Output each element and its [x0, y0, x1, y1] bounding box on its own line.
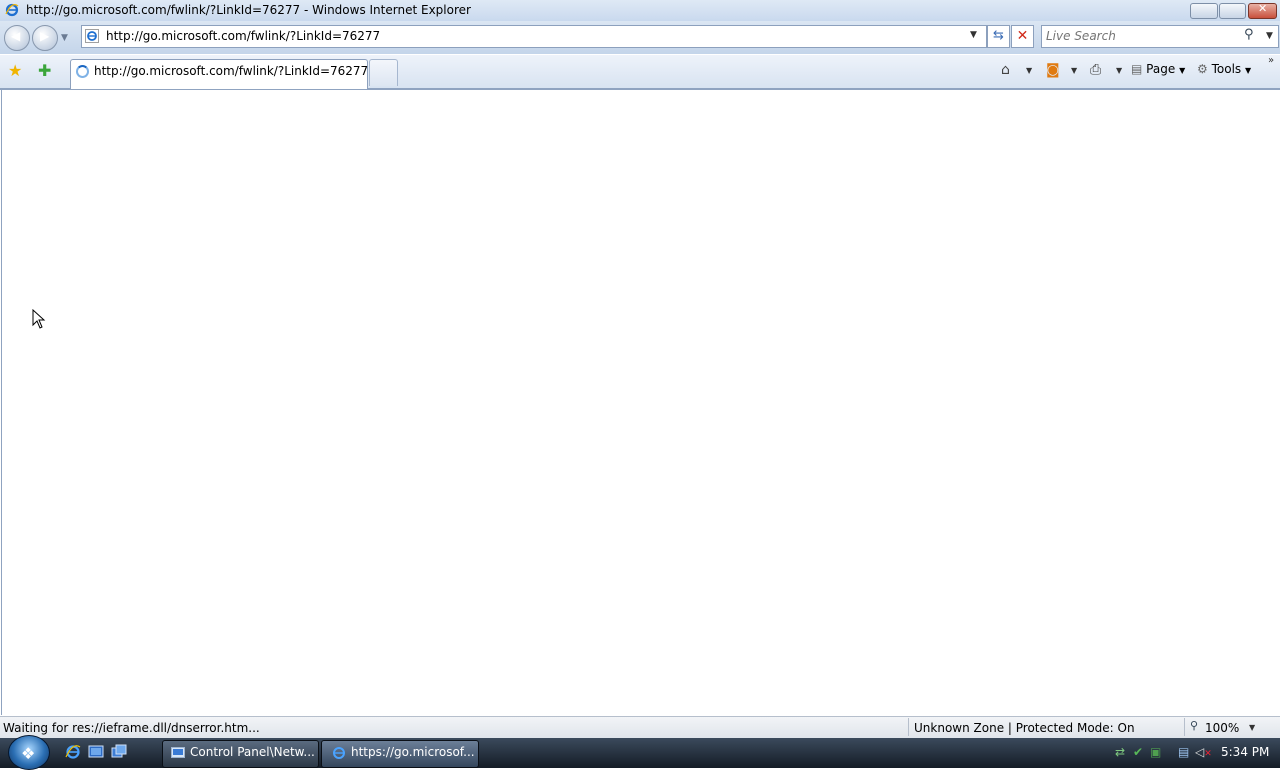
search-provider-dropdown[interactable]: ▼: [1266, 31, 1273, 41]
title-bar: http://go.microsoft.com/fwlink/?LinkId=7…: [0, 0, 1280, 21]
tools-gear-icon: ⚙: [1197, 62, 1208, 76]
search-icon[interactable]: ⚲: [1244, 27, 1254, 42]
security-zone[interactable]: Unknown Zone | Protected Mode: On: [914, 721, 1135, 735]
page-dropdown-icon: ▼: [1179, 66, 1186, 75]
feeds-dropdown[interactable]: ▼: [1071, 66, 1077, 75]
switch-windows-icon[interactable]: [111, 744, 127, 760]
status-text: Waiting for res://ieframe.dll/dnserror.h…: [3, 721, 260, 735]
volume-muted-icon[interactable]: ◁✕: [1195, 745, 1212, 759]
home-dropdown[interactable]: ▼: [1026, 66, 1032, 75]
zoom-dropdown[interactable]: ▼: [1249, 723, 1255, 732]
address-dropdown[interactable]: ▼: [970, 30, 977, 40]
sync-icon[interactable]: ▣: [1150, 745, 1161, 759]
minimize-button[interactable]: [1190, 3, 1218, 19]
print-icon[interactable]: ⎙: [1090, 62, 1101, 78]
back-icon: ◀: [11, 29, 21, 43]
ie-quicklaunch-icon[interactable]: [65, 744, 81, 760]
maximize-button[interactable]: [1219, 3, 1246, 19]
back-button[interactable]: ◀: [4, 25, 30, 51]
ie-page-icon: [85, 29, 99, 43]
status-divider: [908, 718, 909, 736]
favorites-star-icon[interactable]: ★: [8, 61, 22, 80]
taskbar-item-label: https://go.microsof...: [351, 745, 475, 759]
safely-remove-icon[interactable]: ✔: [1133, 745, 1143, 759]
refresh-icon: ⇆: [993, 28, 1004, 43]
zoom-level[interactable]: 100%: [1205, 721, 1239, 735]
tab-label[interactable]: http://go.microsoft.com/fwlink/?LinkId=7…: [94, 64, 368, 78]
refresh-button[interactable]: ⇆: [987, 25, 1010, 48]
print-dropdown[interactable]: ▼: [1116, 66, 1122, 75]
clock[interactable]: 5:34 PM: [1221, 745, 1269, 759]
search-input[interactable]: [1046, 29, 1236, 43]
stop-button[interactable]: ✕: [1011, 25, 1034, 48]
page-content[interactable]: [1, 90, 1280, 715]
page-menu-label: Page: [1146, 62, 1176, 76]
start-orb-icon: ❖: [21, 744, 36, 763]
new-tab-button[interactable]: [369, 59, 398, 86]
tools-menu-label: Tools: [1211, 62, 1242, 76]
display-icon[interactable]: ▤: [1178, 745, 1189, 759]
window-title: http://go.microsoft.com/fwlink/?LinkId=7…: [26, 3, 471, 17]
address-text[interactable]: http://go.microsoft.com/fwlink/?LinkId=7…: [106, 29, 380, 43]
tools-menu[interactable]: ⚙ Tools ▼: [1197, 62, 1251, 76]
add-favorites-icon[interactable]: ✚: [38, 61, 51, 80]
recent-pages-dropdown[interactable]: ▼: [61, 33, 68, 43]
ie-icon: [5, 3, 19, 17]
page-menu[interactable]: ▤ Page ▼: [1131, 62, 1185, 76]
stop-icon: ✕: [1016, 28, 1029, 44]
mouse-cursor-icon: [32, 309, 46, 329]
home-icon[interactable]: ⌂: [1001, 62, 1010, 78]
forward-button[interactable]: ▶: [32, 25, 58, 51]
tools-dropdown-icon: ▼: [1244, 66, 1252, 75]
chevron-icon[interactable]: »: [1268, 55, 1274, 66]
feeds-icon[interactable]: ◙: [1046, 62, 1060, 78]
forward-icon: ▶: [40, 29, 50, 43]
taskbar-item-label: Control Panel\Netw...: [190, 745, 315, 759]
loading-spinner-icon: [76, 65, 89, 78]
status-divider: [1184, 718, 1185, 736]
show-desktop-icon[interactable]: [88, 744, 104, 760]
zoom-icon[interactable]: ⚲: [1190, 719, 1198, 732]
page-icon: ▤: [1131, 62, 1143, 76]
ie-icon: [333, 747, 345, 759]
network-icon[interactable]: ⇄: [1115, 745, 1125, 759]
close-icon: ✕: [1258, 2, 1268, 15]
control-panel-icon: [171, 747, 185, 758]
close-button[interactable]: ✕: [1248, 2, 1277, 19]
